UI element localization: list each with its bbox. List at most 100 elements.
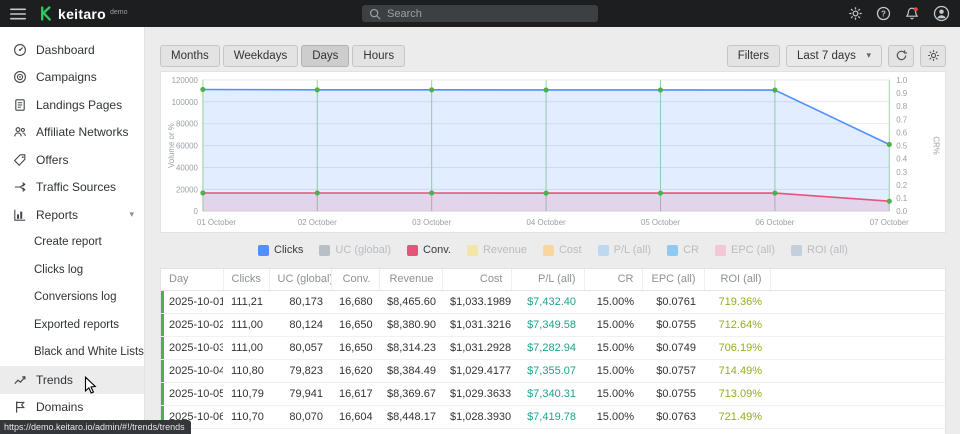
table-cell <box>379 428 442 434</box>
user-menu-button[interactable] <box>933 5 950 22</box>
help-icon: ? <box>876 6 891 21</box>
column-header-p-l-all[interactable]: P/L (all) <box>511 269 584 290</box>
legend-swatch <box>319 245 330 256</box>
table-cell: 712.64% <box>704 313 770 336</box>
column-header-revenue[interactable]: Revenue <box>379 269 442 290</box>
table-cell: $7,419.78 <box>511 405 584 428</box>
refresh-button[interactable] <box>888 45 914 67</box>
search-input[interactable] <box>387 8 591 20</box>
legend-item-cr[interactable]: CR <box>667 244 699 256</box>
trends-chart: 0200004000060000800001000001200000.00.10… <box>160 71 946 233</box>
table-row: 2025-10-06110,7080,07016,604$8,448.17$1,… <box>161 405 945 428</box>
sidebar-item-label: Create report <box>34 236 102 248</box>
column-header-epc-all[interactable]: EPC (all) <box>642 269 704 290</box>
column-header-roi-all[interactable]: ROI (all) <box>704 269 770 290</box>
sidebar-item-campaigns[interactable]: Campaigns <box>0 64 144 92</box>
table-cell <box>269 428 331 434</box>
keitaro-logo-icon <box>39 6 54 21</box>
trends-table-card: DayClicksUC (global)Conv.RevenueCostP/L … <box>160 268 946 434</box>
landings-icon <box>13 98 27 112</box>
keitaro-logo[interactable]: keitaro demo <box>39 6 128 22</box>
table-cell: 80,124 <box>269 313 331 336</box>
table-cell: 16,680 <box>331 290 379 313</box>
sidebar-item-label: Landings Pages <box>36 98 122 112</box>
legend-label: Cost <box>559 244 582 256</box>
table-cell: $1,029.3633 <box>442 382 511 405</box>
menu-icon[interactable] <box>10 8 26 20</box>
table-cell <box>584 428 642 434</box>
table-cell: 2025-10-04 <box>161 359 223 382</box>
notifications-button[interactable] <box>904 6 920 22</box>
table-cell-filler <box>770 313 945 336</box>
svg-text:01 October: 01 October <box>197 218 236 227</box>
sidebar-item-landings-pages[interactable]: Landings Pages <box>0 91 144 119</box>
svg-text:60000: 60000 <box>176 142 199 151</box>
table-cell: 80,070 <box>269 405 331 428</box>
legend-item-conv[interactable]: Conv. <box>407 244 451 256</box>
sidebar-item-traffic-sources[interactable]: Traffic Sources <box>0 174 144 202</box>
legend-swatch <box>543 245 554 256</box>
svg-text:1.0: 1.0 <box>896 76 908 85</box>
sidebar-item-clicks-log[interactable]: Clicks log <box>0 256 144 284</box>
sidebar-item-label: Clicks log <box>34 264 83 276</box>
date-range-select[interactable]: Last 7 days ▾ <box>786 45 882 67</box>
tab-days[interactable]: Days <box>301 45 349 67</box>
sidebar-item-dashboard[interactable]: Dashboard <box>0 36 144 64</box>
table-cell: 111,21 <box>223 290 269 313</box>
tab-weekdays[interactable]: Weekdays <box>223 45 298 67</box>
table-cell: 80,173 <box>269 290 331 313</box>
sidebar-item-trends[interactable]: Trends <box>0 366 144 394</box>
legend-item-uc-global[interactable]: UC (global) <box>319 244 391 256</box>
column-header-cost[interactable]: Cost <box>442 269 511 290</box>
svg-text:20000: 20000 <box>176 185 199 194</box>
legend-item-p-l-all[interactable]: P/L (all) <box>598 244 652 256</box>
legend-label: P/L (all) <box>614 244 652 256</box>
refresh-icon <box>895 49 908 62</box>
period-tabs: MonthsWeekdaysDaysHours <box>160 45 405 67</box>
traffic-icon <box>13 180 27 194</box>
sidebar-item-exported-reports[interactable]: Exported reports <box>0 311 144 339</box>
sidebar-item-create-report[interactable]: Create report <box>0 229 144 257</box>
column-header-cr[interactable]: CR <box>584 269 642 290</box>
column-header-conv[interactable]: Conv. <box>331 269 379 290</box>
legend-item-roi-all[interactable]: ROI (all) <box>791 244 848 256</box>
sidebar-item-affiliate-networks[interactable]: Affiliate Networks <box>0 119 144 147</box>
legend-item-epc-all[interactable]: EPC (all) <box>715 244 775 256</box>
settings-button[interactable] <box>848 6 863 21</box>
table-row <box>161 428 945 434</box>
column-header-uc-global[interactable]: UC (global) <box>269 269 331 290</box>
column-header-clicks[interactable]: Clicks <box>223 269 269 290</box>
table-cell: 721.49% <box>704 405 770 428</box>
table-cell <box>442 428 511 434</box>
search-box[interactable] <box>362 5 598 22</box>
legend-item-clicks[interactable]: Clicks <box>258 244 303 256</box>
search-icon <box>369 8 381 20</box>
sidebar-item-domains[interactable]: Domains <box>0 394 144 422</box>
sidebar-item-offers[interactable]: Offers <box>0 146 144 174</box>
svg-text:CR%: CR% <box>932 136 941 154</box>
column-header-filler <box>770 269 945 290</box>
table-cell: 714.49% <box>704 359 770 382</box>
svg-text:03 October: 03 October <box>412 218 451 227</box>
svg-text:100000: 100000 <box>172 98 199 107</box>
svg-text:02 October: 02 October <box>298 218 337 227</box>
table-cell: 79,823 <box>269 359 331 382</box>
legend-label: CR <box>683 244 699 256</box>
logo-text: keitaro <box>58 6 106 22</box>
trends-icon <box>13 373 27 387</box>
column-header-day[interactable]: Day <box>161 269 223 290</box>
dashboard-icon <box>13 43 27 57</box>
sidebar-item-label: Offers <box>36 153 68 167</box>
filters-button[interactable]: Filters <box>727 45 780 67</box>
tab-hours[interactable]: Hours <box>352 45 405 67</box>
svg-text:0: 0 <box>194 207 199 216</box>
chart-settings-button[interactable] <box>920 45 946 67</box>
sidebar-item-reports[interactable]: Reports▾ <box>0 201 144 229</box>
tab-months[interactable]: Months <box>160 45 220 67</box>
help-button[interactable]: ? <box>876 6 891 21</box>
legend-item-revenue[interactable]: Revenue <box>467 244 527 256</box>
sidebar-item-conversions-log[interactable]: Conversions log <box>0 284 144 312</box>
sidebar-item-black-and-white-lists[interactable]: Black and White Lists <box>0 339 144 367</box>
offers-icon <box>13 153 27 167</box>
legend-item-cost[interactable]: Cost <box>543 244 582 256</box>
